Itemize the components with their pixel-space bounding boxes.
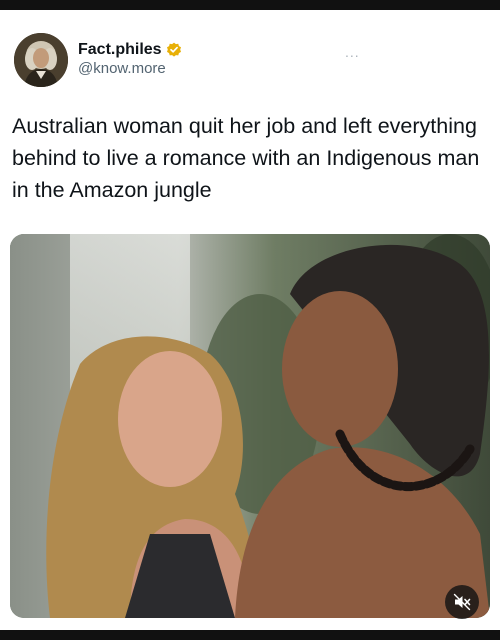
video-frame-image: [10, 234, 490, 618]
top-edge-bar: [0, 0, 500, 10]
post-text: Australian woman quit her job and left e…: [12, 114, 480, 202]
mute-toggle-button[interactable]: [445, 585, 479, 619]
author-name-row: Fact.philes: [78, 40, 182, 60]
display-name[interactable]: Fact.philes: [78, 40, 162, 60]
portrait-avatar-icon: [14, 33, 68, 87]
speaker-muted-icon: [453, 593, 471, 611]
more-options-button[interactable]: ...: [345, 44, 369, 60]
bottom-edge-bar: [0, 630, 500, 640]
verified-badge-icon: [166, 42, 181, 57]
post-media-video[interactable]: [10, 234, 490, 618]
avatar[interactable]: [14, 33, 68, 87]
handle[interactable]: @know.more: [78, 60, 166, 78]
